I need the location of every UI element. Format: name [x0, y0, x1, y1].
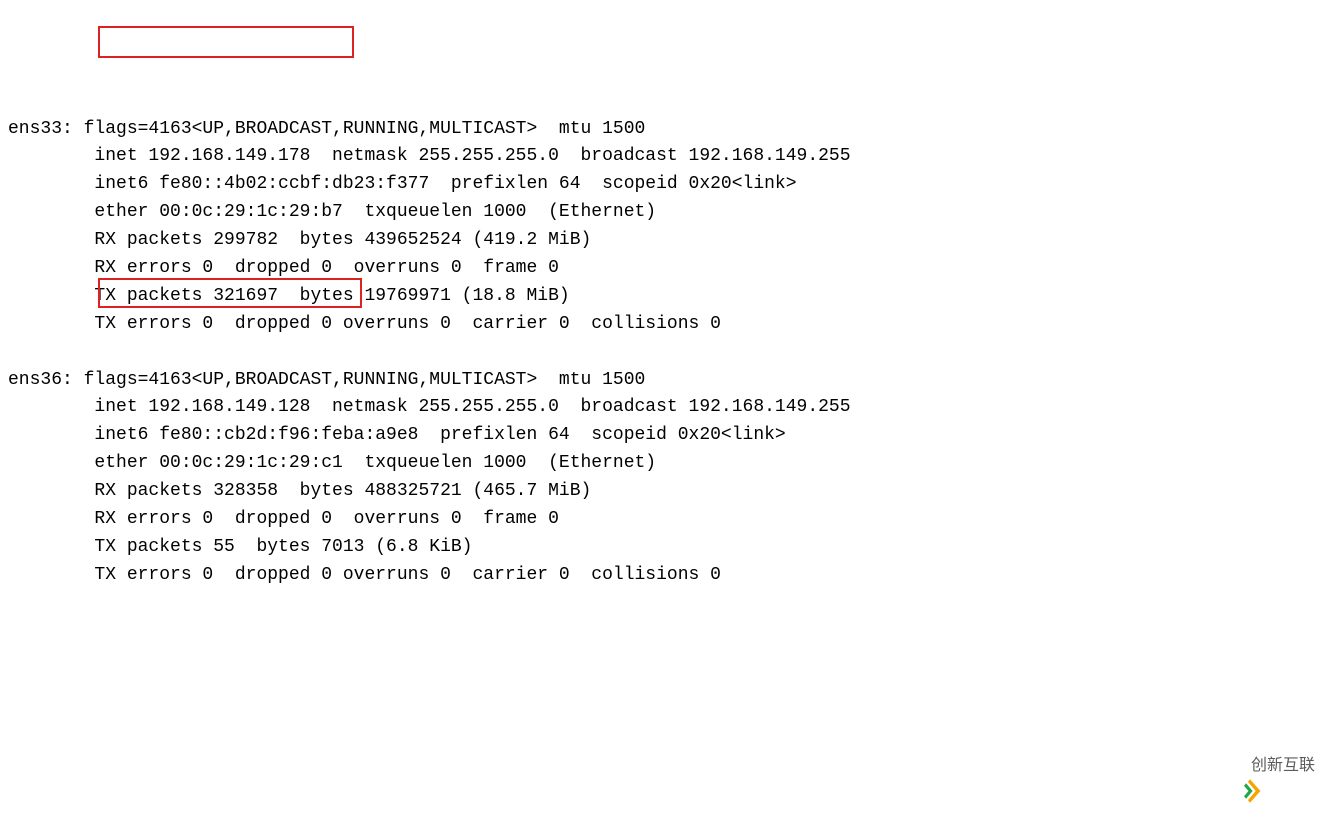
terminal-output: ens33: flags=4163<UP,BROADCAST,RUNNING,M… [8, 116, 1319, 590]
watermark-logo-icon [1219, 753, 1245, 779]
watermark: 创新互联 [1219, 753, 1315, 779]
watermark-text: 创新互联 [1251, 754, 1315, 779]
highlight-box-1 [98, 26, 354, 58]
